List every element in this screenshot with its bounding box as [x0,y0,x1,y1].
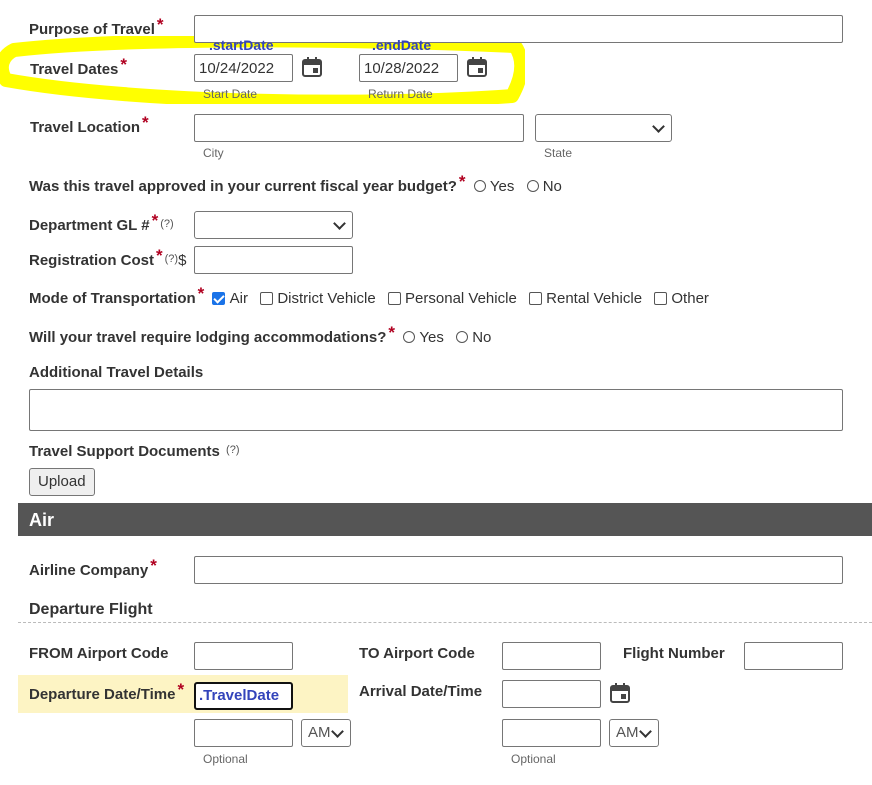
purpose-label: Purpose of Travel * [29,15,164,38]
air-section-header: Air [18,503,872,536]
start-date-tag: .startDate [209,37,274,53]
lodging-question: Will your travel require lodging accommo… [29,323,492,346]
documents-label: Travel Support Documents (?) [29,443,240,460]
arrival-time-input[interactable] [502,719,601,747]
gl-select[interactable] [194,211,353,239]
state-sub: State [544,146,573,160]
arrival-date-input[interactable] [502,680,601,708]
registration-input[interactable] [194,246,353,274]
currency-symbol: $ [178,252,187,269]
upload-button[interactable]: Upload [29,468,95,496]
lodging-yes-label: Yes [419,329,444,346]
end-date-input[interactable] [359,54,458,82]
budget-no-label: No [542,178,562,195]
departure-time-input[interactable] [194,719,293,747]
end-date-sub: Return Date [368,87,433,101]
travel-location-label: Travel Location * [30,113,149,136]
air-checkbox[interactable] [212,292,226,305]
help-hint[interactable]: (?) [226,444,239,456]
district-vehicle-checkbox[interactable] [260,292,274,305]
chevron-down-icon [331,725,344,738]
budget-yes-radio[interactable] [473,180,486,192]
airline-label: Airline Company * [29,556,157,579]
purpose-input[interactable] [194,15,843,43]
departure-ampm-select[interactable]: AM [301,719,351,747]
divider [18,622,872,623]
transport-option: Other [671,290,709,307]
budget-question: Was this travel approved in your current… [29,172,562,195]
rental-vehicle-checkbox[interactable] [528,292,542,305]
help-hint[interactable]: (?) [160,218,173,230]
arrival-ampm-select[interactable]: AM [609,719,659,747]
from-airport-label: FROM Airport Code [29,645,169,662]
airline-input[interactable] [194,556,843,584]
flight-number-label: Flight Number [623,645,725,662]
other-checkbox[interactable] [654,292,668,305]
transport-option: Rental Vehicle [546,290,643,307]
transport-option: District Vehicle [277,290,376,307]
city-sub: City [203,146,224,160]
chevron-down-icon [652,120,665,133]
optional-sub: Optional [511,752,556,766]
start-date-input[interactable] [194,54,293,82]
departure-heading: Departure Flight [29,601,153,618]
flight-number-input[interactable] [744,642,843,670]
gl-label: Department GL # * (?) [29,211,174,234]
lodging-yes-radio[interactable] [403,331,416,343]
chevron-down-icon [333,217,346,230]
calendar-icon[interactable] [466,56,488,78]
personal-vehicle-checkbox[interactable] [387,292,401,305]
state-select[interactable] [535,114,672,142]
to-airport-input[interactable] [502,642,601,670]
departure-datetime-label: Departure Date/Time * [29,680,185,703]
transport-option: Air [229,290,248,307]
details-textarea[interactable] [29,389,843,431]
from-airport-input[interactable] [194,642,293,670]
lodging-no-label: No [472,329,492,346]
to-airport-label: TO Airport Code [359,645,475,662]
chevron-down-icon [639,725,652,738]
registration-label: Registration Cost * (?)$ [29,246,187,269]
end-date-tag: .endDate [372,37,432,53]
details-label: Additional Travel Details [29,364,204,381]
calendar-icon[interactable] [301,56,323,78]
departure-date-input[interactable]: .TravelDate [194,682,293,710]
travel-dates-label: Travel Dates * [30,55,128,78]
city-input[interactable] [194,114,524,142]
transport-label: Mode of Transportation * Air District Veh… [29,284,709,307]
budget-no-radio[interactable] [526,180,539,192]
start-date-sub: Start Date [203,87,258,101]
lodging-no-radio[interactable] [456,331,469,343]
help-hint[interactable]: (?) [165,253,178,265]
transport-option: Personal Vehicle [405,290,517,307]
calendar-icon[interactable] [609,682,631,704]
arrival-datetime-label: Arrival Date/Time [359,683,483,700]
budget-yes-label: Yes [489,178,515,195]
optional-sub: Optional [203,752,248,766]
